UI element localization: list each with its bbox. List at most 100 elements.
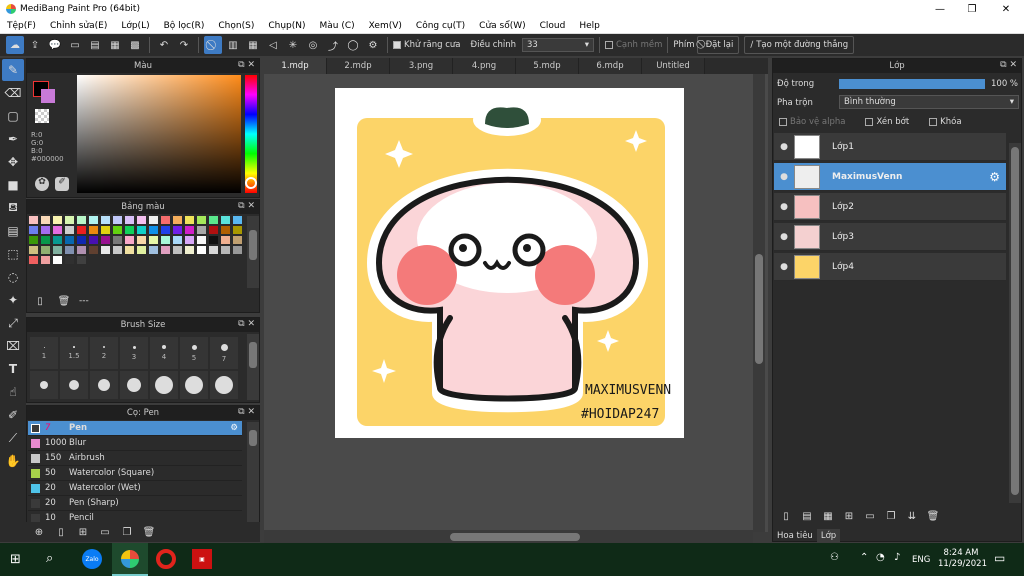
document-tab[interactable]: 2.mdp: [327, 58, 390, 74]
zalo-app-icon[interactable]: Zalo: [82, 549, 102, 569]
palette-swatch[interactable]: [125, 226, 134, 234]
soft-edge-checkbox[interactable]: Cạnh mềm: [604, 40, 662, 50]
operation-tool-icon[interactable]: ☝: [2, 381, 24, 403]
brush-item[interactable]: 7 Pen ⚙: [28, 421, 242, 436]
snap-off-icon[interactable]: ⃠: [204, 36, 222, 54]
panel-controls-icon[interactable]: ⧉ ✕: [1000, 60, 1017, 70]
people-icon[interactable]: ⚇: [830, 552, 839, 563]
palette-swatch[interactable]: [41, 226, 50, 234]
hue-handle[interactable]: [245, 177, 257, 189]
panel-controls-icon[interactable]: ⧉ ✕: [238, 407, 255, 417]
search-icon[interactable]: ⌕: [46, 551, 53, 566]
folder-icon[interactable]: ▭: [861, 507, 879, 525]
eyedropper-tool-icon[interactable]: ✐: [2, 404, 24, 426]
brush-item[interactable]: 20 Pen (Sharp): [28, 496, 242, 511]
move-tool-icon[interactable]: ✥: [2, 151, 24, 173]
document-tab[interactable]: 4.png: [453, 58, 516, 74]
new-halftone-layer-icon[interactable]: ▦: [819, 507, 837, 525]
brush-size-cell[interactable]: 1: [29, 336, 59, 370]
vanishing-point-icon[interactable]: ◁: [264, 36, 282, 54]
layer-scrollbar[interactable]: [1009, 143, 1021, 503]
redo-icon[interactable]: ↷: [175, 36, 193, 54]
background-color-swatch[interactable]: [41, 89, 55, 103]
hue-slider[interactable]: [245, 75, 257, 193]
brush-size-cell[interactable]: [149, 370, 179, 400]
palette-swatch[interactable]: [233, 246, 242, 254]
document-tab[interactable]: 5.mdp: [516, 58, 579, 74]
brush-size-cell[interactable]: [209, 370, 239, 400]
transparent-color-swatch[interactable]: [35, 109, 49, 123]
dot-tool-icon[interactable]: ▢: [2, 105, 24, 127]
close-window-button[interactable]: ✕: [990, 0, 1022, 18]
palette-scrollbar[interactable]: [247, 216, 259, 288]
brush-size-scrollbar[interactable]: [247, 334, 259, 400]
visibility-icon[interactable]: ●: [774, 172, 794, 182]
opera-icon[interactable]: [156, 549, 176, 569]
palette-swatch[interactable]: [137, 236, 146, 244]
layer-row[interactable]: ● Lớp4: [774, 253, 1006, 281]
saturation-value-picker[interactable]: [77, 75, 241, 193]
palette-swatch[interactable]: [101, 226, 110, 234]
brush-size-cell[interactable]: [179, 370, 209, 400]
trash-icon[interactable]: 🗑: [924, 507, 942, 525]
document-tab[interactable]: 1.mdp: [264, 58, 327, 74]
gear-icon[interactable]: ⚙: [230, 423, 238, 433]
select-rect-tool-icon[interactable]: ⬚: [2, 243, 24, 265]
antialias-checkbox[interactable]: Khử răng cưa: [393, 40, 461, 50]
select-pen-tool-icon[interactable]: ⤢: [2, 312, 24, 334]
palette-swatch[interactable]: [161, 246, 170, 254]
palette-swatch[interactable]: [41, 256, 50, 264]
brush-size-cell[interactable]: 2: [89, 336, 119, 370]
palette-swatch[interactable]: [173, 226, 182, 234]
reset-button[interactable]: ⃠Đặt lại: [696, 36, 740, 54]
palette-swatch[interactable]: [161, 226, 170, 234]
game-app-icon[interactable]: ▣: [192, 549, 212, 569]
palette-swatch[interactable]: [137, 246, 146, 254]
palette-swatch[interactable]: [173, 246, 182, 254]
palette-swatch[interactable]: [197, 216, 206, 224]
palette-swatch[interactable]: [209, 236, 218, 244]
palette-swatch[interactable]: [77, 236, 86, 244]
eyedropper-small-icon[interactable]: ✐: [55, 177, 69, 191]
curve-snap-icon[interactable]: ⤴: [324, 36, 342, 54]
palette-swatch[interactable]: [53, 226, 62, 234]
palette-swatch[interactable]: [29, 256, 38, 264]
palette-swatch[interactable]: [101, 236, 110, 244]
palette-swatch[interactable]: [125, 236, 134, 244]
palette-swatch[interactable]: [77, 226, 86, 234]
ellipse-snap-icon[interactable]: ◯: [344, 36, 362, 54]
palette-swatch[interactable]: [53, 236, 62, 244]
new-palette-icon[interactable]: ▯: [31, 292, 49, 310]
layout-icon[interactable]: ▦: [106, 36, 124, 54]
panel-controls-icon[interactable]: ⧉ ✕: [238, 319, 255, 329]
palette-swatch[interactable]: [113, 216, 122, 224]
menu-item[interactable]: Chọn(S): [211, 21, 261, 31]
palette-swatch[interactable]: [209, 216, 218, 224]
canvas-document[interactable]: MAXIMUSVENN #HOIDAP247: [335, 88, 684, 438]
palette-swatch[interactable]: [233, 226, 242, 234]
pen-tool-icon[interactable]: ✒: [2, 128, 24, 150]
panel-controls-icon[interactable]: ⧉ ✕: [238, 201, 255, 211]
palette-swatch[interactable]: [221, 216, 230, 224]
restore-button[interactable]: ❐: [956, 0, 988, 18]
palette-swatch[interactable]: [77, 246, 86, 254]
language-indicator[interactable]: ENG: [912, 555, 930, 565]
visibility-icon[interactable]: ●: [774, 142, 794, 152]
windows-start-icon[interactable]: ⊞: [10, 552, 21, 567]
document-tab[interactable]: 3.png: [390, 58, 453, 74]
lock-checkbox[interactable]: Khóa: [929, 117, 962, 127]
network-icon[interactable]: ◔: [876, 552, 885, 563]
palette-swatch[interactable]: [173, 216, 182, 224]
palette-swatch[interactable]: [77, 216, 86, 224]
duplicate-icon[interactable]: ❐: [118, 523, 136, 541]
palette-swatch[interactable]: [125, 216, 134, 224]
palette-swatch[interactable]: [125, 246, 134, 254]
menu-item[interactable]: Tệp(F): [0, 21, 43, 31]
palette-swatch[interactable]: [197, 246, 206, 254]
bucket-tool-icon[interactable]: ⛾: [2, 197, 24, 219]
visibility-icon[interactable]: ●: [774, 262, 794, 272]
opacity-slider[interactable]: [839, 79, 985, 89]
palette-swatch[interactable]: [41, 246, 50, 254]
share-icon[interactable]: ⇪: [26, 36, 44, 54]
palette-swatch[interactable]: [65, 226, 74, 234]
